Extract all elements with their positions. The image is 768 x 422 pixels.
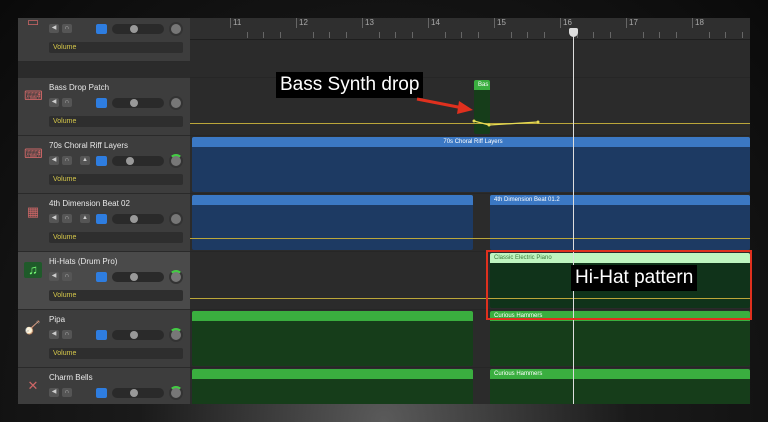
pan-knob[interactable]: [169, 154, 183, 168]
automation-toggle[interactable]: [96, 272, 107, 282]
automation-parameter-select[interactable]: Volume: [49, 174, 183, 185]
pan-knob[interactable]: [169, 96, 183, 110]
record-enable-icon[interactable]: ▲: [80, 156, 90, 165]
volume-slider[interactable]: [112, 272, 164, 282]
bells-icon: ✕: [27, 378, 39, 393]
automation-toggle[interactable]: [96, 24, 107, 34]
headphones-icon[interactable]: ∩: [62, 214, 72, 223]
region-beat-1[interactable]: [192, 195, 473, 250]
volume-slider[interactable]: [112, 214, 164, 224]
automation-toggle[interactable]: [96, 156, 107, 166]
pan-knob[interactable]: [169, 212, 183, 226]
track-name: Hi-Hats (Drum Pro): [49, 257, 118, 266]
volume-slider[interactable]: [112, 24, 164, 34]
region-beat-2[interactable]: 4th Dimension Beat 01.2: [490, 195, 750, 250]
track-name: Bass Drop Patch: [49, 83, 110, 92]
automation-toggle[interactable]: [96, 98, 107, 108]
automation-parameter-select[interactable]: Volume: [49, 348, 183, 359]
automation-parameter-select[interactable]: Volume: [49, 42, 183, 53]
automation-parameter-select[interactable]: Volume: [49, 232, 183, 243]
track-header[interactable]: ⌨ Bass Drop Patch ◀ ∩ Volume: [18, 78, 190, 136]
lane-beat: 4th Dimension Beat 01.2: [190, 194, 750, 252]
region-title: 70s Choral Riff Layers: [192, 137, 750, 147]
playhead-handle[interactable]: [569, 28, 578, 37]
mute-icon[interactable]: ◀: [49, 388, 59, 397]
track-name: 70s Choral Riff Layers: [49, 141, 128, 150]
region-choral[interactable]: 70s Choral Riff Layers: [192, 137, 750, 192]
track-header[interactable]: ▦ 4th Dimension Beat 02 ◀ ∩ ▲ Volume: [18, 194, 190, 252]
headphones-icon[interactable]: ∩: [62, 388, 72, 397]
volume-slider[interactable]: [112, 156, 164, 166]
bar-number: 18: [692, 18, 704, 28]
headphones-icon[interactable]: ∩: [62, 272, 72, 281]
bar-number: 16: [560, 18, 572, 28]
mute-icon[interactable]: ◀: [49, 330, 59, 339]
track-name: 4th Dimension Beat 02: [49, 199, 130, 208]
volume-slider[interactable]: [112, 98, 164, 108]
automation-parameter-select[interactable]: Volume: [49, 116, 183, 127]
bar-number: 11: [230, 18, 241, 28]
bar-number: 17: [626, 18, 638, 28]
mute-icon[interactable]: ◀: [49, 24, 59, 33]
headphones-icon[interactable]: ∩: [62, 330, 72, 339]
automation-toggle[interactable]: [96, 214, 107, 224]
region-hammers-2[interactable]: Curious Hammers: [490, 369, 750, 404]
bar-number: 12: [296, 18, 308, 28]
music-note-icon: ♫: [24, 262, 42, 278]
record-enable-icon[interactable]: ▲: [80, 214, 90, 223]
lane-0: [190, 40, 750, 78]
headphones-icon[interactable]: ∩: [62, 24, 72, 33]
track-header[interactable]: ▭ ◀ ∩ Volume: [18, 18, 190, 62]
track-header[interactable]: ♫ Hi-Hats (Drum Pro) ◀ ∩ Volume: [18, 252, 190, 310]
pan-knob[interactable]: [169, 386, 183, 400]
pan-knob[interactable]: [169, 328, 183, 342]
automation-toggle[interactable]: [96, 388, 107, 398]
keyboard-icon: ⌨: [24, 88, 43, 103]
bar-number: 13: [362, 18, 374, 28]
volume-slider[interactable]: [112, 388, 164, 398]
keyboard-icon: ⌨: [24, 146, 43, 161]
drum-machine-icon: ▦: [26, 204, 40, 219]
headphones-icon[interactable]: ∩: [62, 98, 72, 107]
track-name: Charm Bells: [49, 373, 93, 382]
timeline-ruler[interactable]: 11 12 13 14 15 16 17 18: [190, 18, 750, 40]
red-arrow-icon: [416, 97, 473, 114]
mute-icon[interactable]: ◀: [49, 272, 59, 281]
lane-charm: Curious Hammers: [190, 368, 750, 404]
automation-parameter-select[interactable]: Volume: [49, 290, 183, 301]
pan-knob[interactable]: [169, 22, 183, 36]
mute-icon[interactable]: ◀: [49, 98, 59, 107]
region-title: Bas: [474, 80, 490, 90]
track-header[interactable]: 🪕 Pipa ◀ ∩ Volume: [18, 310, 190, 368]
mute-icon[interactable]: ◀: [49, 156, 59, 165]
lane-choral: 70s Choral Riff Layers: [190, 136, 750, 194]
region-title: 4th Dimension Beat 01.2: [490, 195, 750, 205]
headphones-icon[interactable]: ∩: [62, 156, 72, 165]
pipa-icon: 🪕: [24, 320, 42, 335]
region-charm-1[interactable]: [192, 369, 473, 404]
bar-number: 15: [494, 18, 506, 28]
region-pipa-1[interactable]: [192, 311, 473, 366]
bar-number: 14: [428, 18, 440, 28]
region-title: Curious Hammers: [490, 369, 750, 379]
playhead-line[interactable]: [573, 32, 574, 404]
mute-icon[interactable]: ◀: [49, 214, 59, 223]
volume-slider[interactable]: [112, 330, 164, 340]
annotation-bass-synth-drop: Bass Synth drop: [276, 72, 424, 98]
pan-knob[interactable]: [169, 270, 183, 284]
track-header[interactable]: ✕ Charm Bells ◀ ∩: [18, 368, 190, 404]
track-name: Pipa: [49, 315, 66, 324]
synth-icon: ▭: [26, 18, 40, 29]
automation-toggle[interactable]: [96, 330, 107, 340]
annotation-hihat-pattern: Hi-Hat pattern: [571, 265, 698, 291]
track-header[interactable]: ⌨ 70s Choral Riff Layers ◀ ∩ ▲ Volume: [18, 136, 190, 194]
automation-curve[interactable]: [190, 113, 590, 133]
